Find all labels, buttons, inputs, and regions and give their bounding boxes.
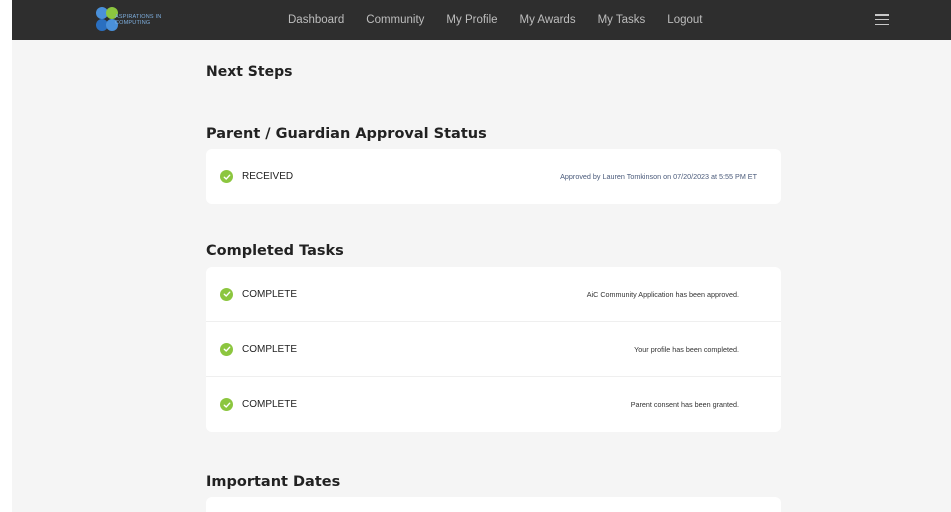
task-detail: Parent consent has been granted. — [630, 400, 739, 409]
task-detail: AiC Community Application has been appro… — [586, 289, 739, 299]
task-row: COMPLETE AiC Community Application has b… — [206, 267, 781, 322]
logo-text: ASPIRATIONS IN COMPUTING — [115, 14, 162, 26]
completed-tasks-title: Completed Tasks — [206, 243, 344, 259]
approval-detail: Approved by Lauren Tomkinson on 07/20/20… — [560, 172, 757, 181]
hamburger-icon[interactable] — [875, 14, 889, 25]
next-steps-title: Next Steps — [206, 64, 293, 80]
main-nav: Dashboard Community My Profile My Awards… — [288, 0, 724, 40]
completed-tasks-card: COMPLETE AiC Community Application has b… — [206, 267, 781, 432]
approval-row: RECEIVED Approved by Lauren Tomkinson on… — [206, 149, 781, 204]
nav-my-awards[interactable]: My Awards — [520, 14, 576, 26]
check-circle-icon — [220, 342, 233, 356]
important-dates-card — [206, 497, 781, 512]
top-navbar: ASPIRATIONS IN COMPUTING Dashboard Commu… — [12, 0, 951, 40]
task-row: COMPLETE Parent consent has been granted… — [206, 377, 781, 432]
nav-community[interactable]: Community — [366, 14, 424, 26]
page-background — [12, 0, 951, 512]
task-status: COMPLETE — [242, 288, 298, 300]
check-circle-icon — [220, 287, 233, 301]
task-row: COMPLETE Your profile has been completed… — [206, 322, 781, 377]
important-dates-title: Important Dates — [206, 474, 341, 490]
nav-dashboard[interactable]: Dashboard — [288, 14, 344, 26]
nav-my-profile[interactable]: My Profile — [446, 14, 497, 26]
nav-logout[interactable]: Logout — [667, 14, 702, 26]
aic-logo[interactable]: ASPIRATIONS IN COMPUTING — [95, 6, 185, 34]
task-status: COMPLETE — [242, 343, 298, 355]
nav-my-tasks[interactable]: My Tasks — [598, 14, 646, 26]
approval-card: RECEIVED Approved by Lauren Tomkinson on… — [206, 149, 781, 204]
check-circle-icon — [220, 398, 233, 411]
approval-status-title: Parent / Guardian Approval Status — [206, 126, 487, 142]
task-status: COMPLETE — [242, 399, 298, 410]
check-circle-icon — [220, 170, 233, 183]
task-detail: Your profile has been completed. — [634, 344, 739, 354]
approval-status: RECEIVED — [242, 171, 294, 182]
